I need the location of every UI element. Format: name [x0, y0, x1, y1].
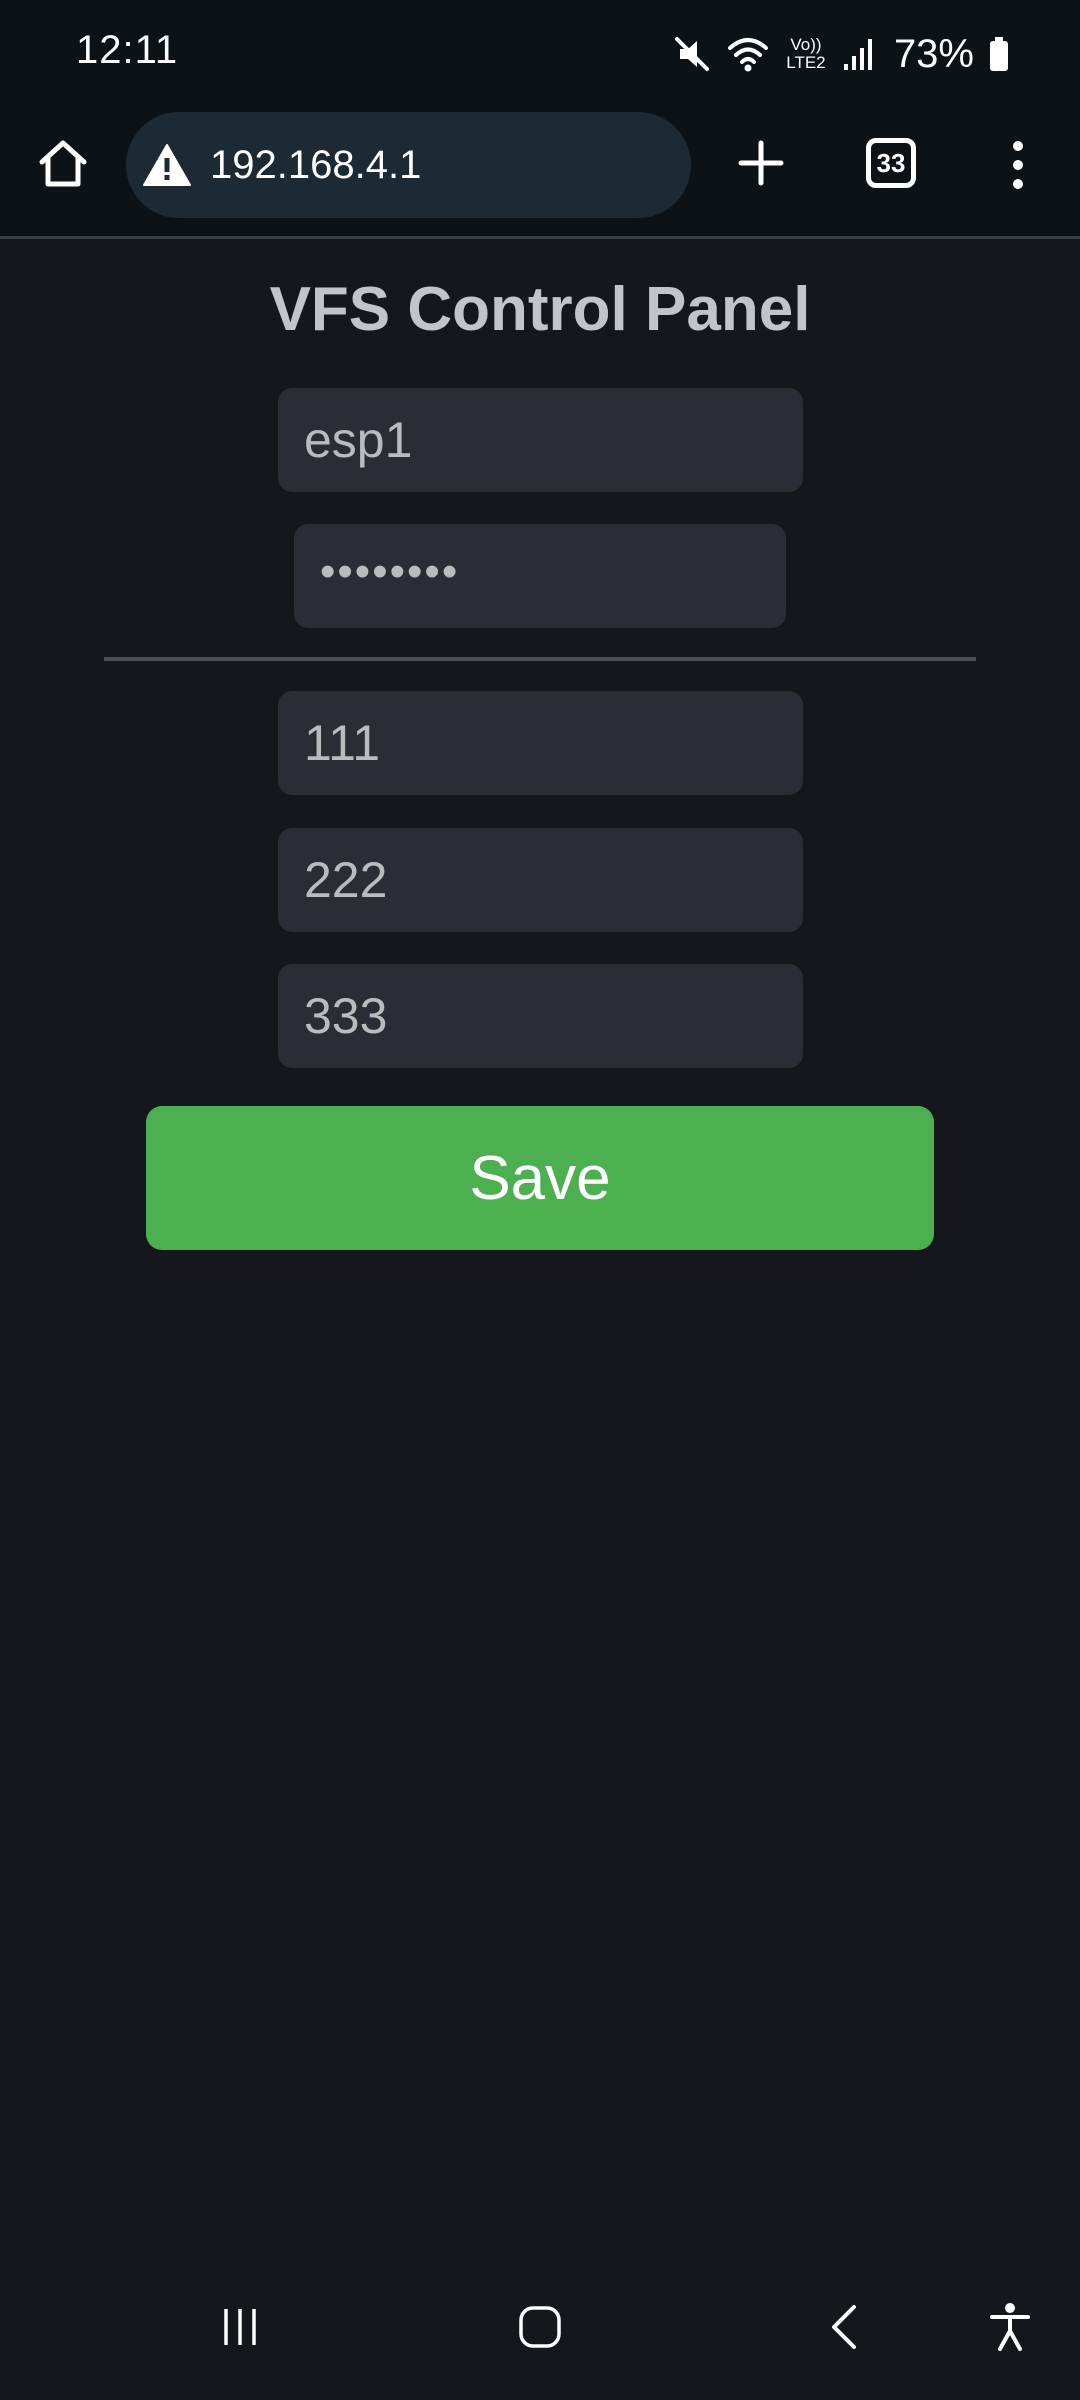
- username-field[interactable]: esp1: [278, 388, 803, 492]
- save-button[interactable]: Save: [146, 1106, 934, 1250]
- home-circle-icon: [517, 2304, 563, 2355]
- status-icons: Vo)) LTE2 73%: [672, 24, 1010, 84]
- address-bar[interactable]: 192.168.4.1: [126, 112, 691, 218]
- warning-icon[interactable]: [142, 140, 192, 190]
- toolbar-divider: [0, 236, 1080, 239]
- status-time: 12:11: [76, 28, 179, 72]
- wifi-icon: [726, 34, 770, 74]
- value-field-1-text: 111: [304, 715, 381, 771]
- password-value: ••••••••: [320, 547, 460, 596]
- screen: 12:11 Vo)) LTE2 73% 192.168.4.1 33 VFS C…: [0, 0, 1080, 2400]
- volte-lte-icon: Vo)) LTE2: [786, 35, 826, 72]
- tabs-button[interactable]: 33: [866, 138, 916, 188]
- nav-bar: [0, 2270, 1080, 2400]
- url-text: 192.168.4.1: [210, 142, 422, 187]
- value-field-3-text: 333: [304, 988, 388, 1044]
- battery-percent: 73%: [893, 31, 974, 76]
- password-field[interactable]: ••••••••: [294, 524, 786, 628]
- value-field-1[interactable]: 111: [278, 691, 803, 795]
- home-button[interactable]: [30, 132, 96, 198]
- page-title: VFS Control Panel: [269, 275, 811, 344]
- tab-count: 33: [876, 147, 906, 178]
- battery-icon: [988, 34, 1010, 74]
- more-menu-button[interactable]: [996, 132, 1040, 198]
- recents-button[interactable]: [200, 2294, 280, 2364]
- new-tab-button[interactable]: [728, 132, 794, 198]
- more-vert-icon: [1013, 141, 1023, 151]
- value-field-2-text: 222: [304, 852, 388, 908]
- status-bar: 12:11 Vo)) LTE2 73%: [0, 0, 1080, 108]
- browser-toolbar: 192.168.4.1 33: [0, 108, 1080, 238]
- username-value: esp1: [304, 412, 413, 468]
- back-button[interactable]: [804, 2294, 884, 2364]
- nav-home-button[interactable]: [500, 2294, 580, 2364]
- section-divider: [104, 657, 976, 661]
- value-field-2[interactable]: 222: [278, 828, 803, 932]
- value-field-3[interactable]: 333: [278, 964, 803, 1068]
- back-icon: [824, 2303, 864, 2356]
- mute-icon: [672, 34, 712, 74]
- accessibility-icon: [988, 2301, 1032, 2358]
- accessibility-button[interactable]: [970, 2294, 1050, 2364]
- plus-icon: [737, 139, 785, 192]
- signal-icon: [842, 34, 876, 74]
- home-icon: [36, 136, 90, 195]
- recents-icon: [218, 2305, 262, 2354]
